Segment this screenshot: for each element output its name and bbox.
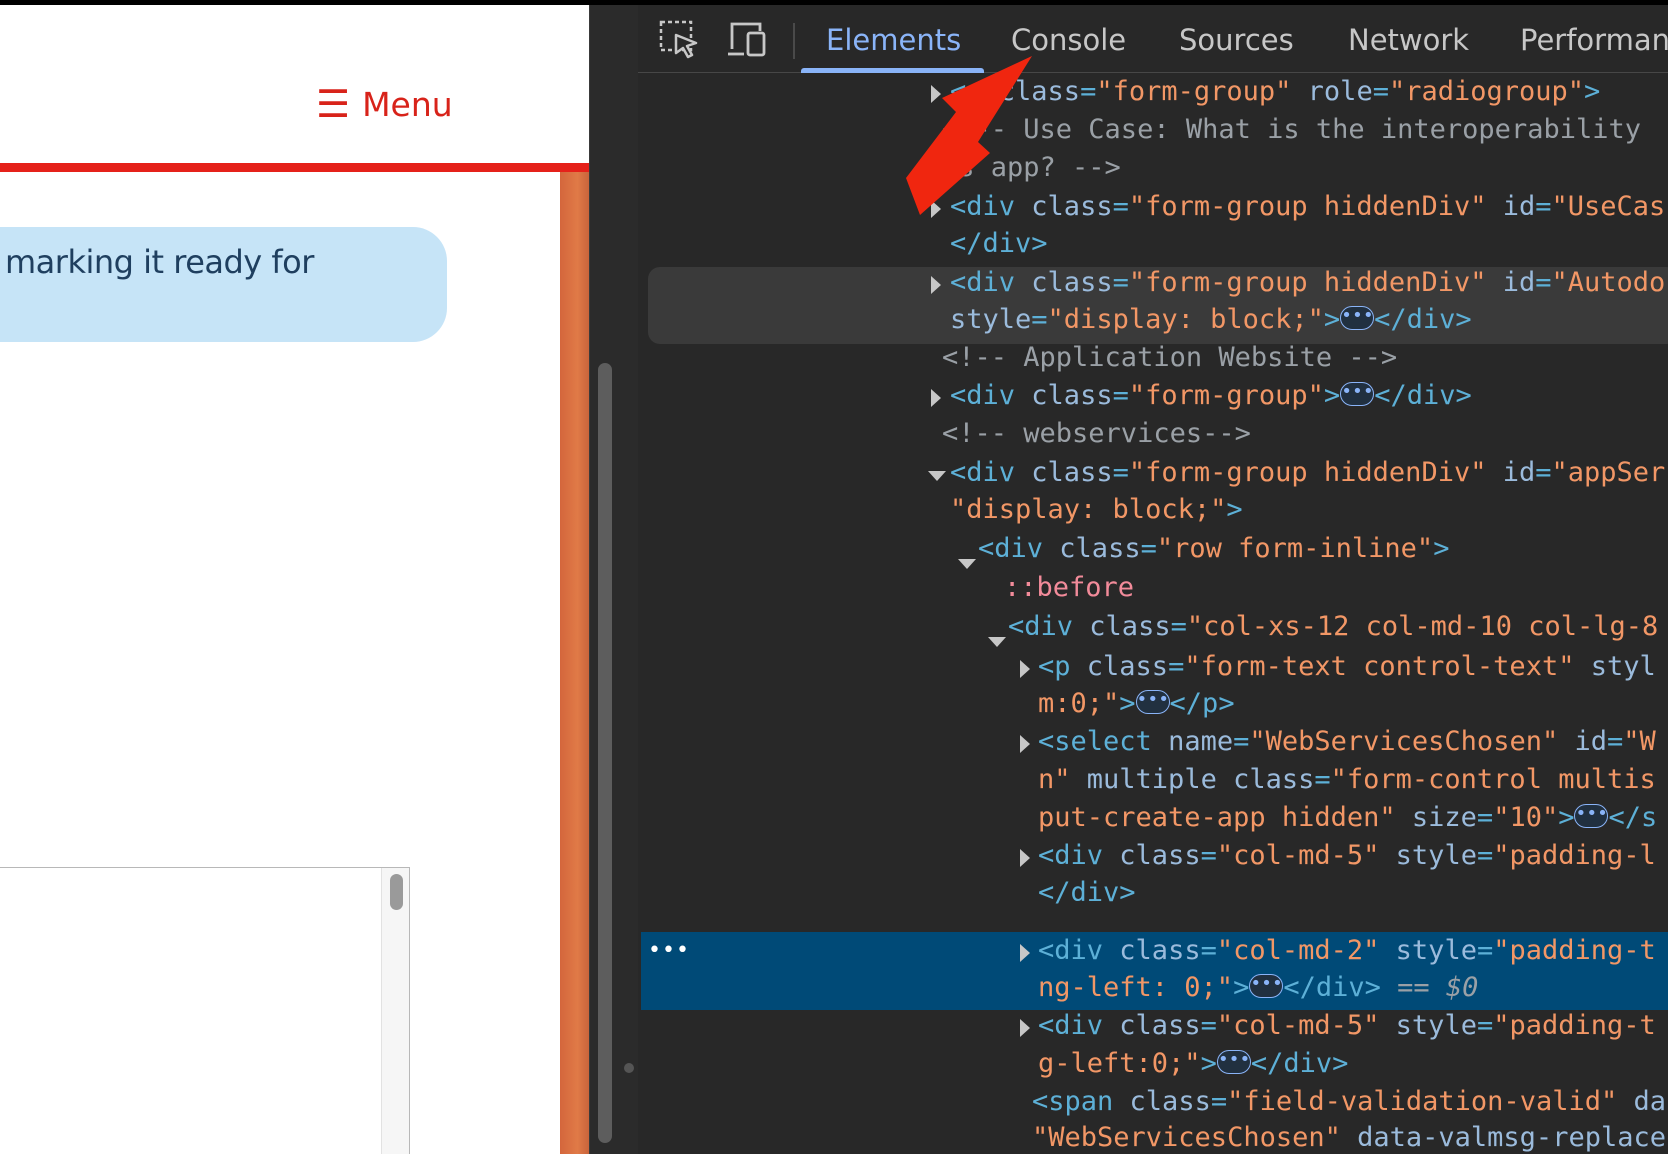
info-notice: marking it ready for: [0, 227, 447, 342]
dom-node-hovered-cont[interactable]: style="display: block;">•••</div>: [950, 301, 1472, 339]
expand-arrow-icon[interactable]: [931, 389, 941, 407]
expand-arrow-icon[interactable]: [931, 276, 941, 294]
dom-node-selected-cont[interactable]: ng-left: 0;">•••</div> == $0: [1038, 969, 1478, 1007]
info-notice-text: marking it ready for: [5, 243, 314, 281]
dom-node-cont[interactable]: n" multiple class="form-control multis: [1038, 761, 1656, 799]
dom-node[interactable]: <div class="col-xs-12 col-md-10 col-lg-8: [1008, 608, 1658, 646]
dom-node-cont[interactable]: "display: block;">: [950, 491, 1243, 529]
hamburger-icon: ☰: [316, 82, 351, 126]
dom-node-cont[interactable]: g-left:0;">•••</div>: [1038, 1045, 1348, 1083]
inspect-element-icon[interactable]: [658, 19, 700, 59]
page-side-border: [560, 172, 589, 1154]
tab-performance[interactable]: Performan: [1520, 23, 1668, 57]
multiselect-box[interactable]: [0, 867, 410, 1154]
dom-node[interactable]: <div class="form-group">•••</div>: [950, 377, 1472, 415]
menu-label: Menu: [362, 84, 453, 124]
collapsed-children-icon[interactable]: •••: [1216, 1049, 1251, 1074]
dom-close-tag[interactable]: </div>: [1038, 874, 1136, 912]
dom-close-tag[interactable]: </div>: [950, 225, 1048, 263]
collapsed-children-icon[interactable]: •••: [1135, 689, 1170, 714]
tab-sources[interactable]: Sources: [1179, 23, 1294, 57]
collapse-arrow-icon[interactable]: [928, 471, 946, 481]
menu-button[interactable]: ☰ Menu: [316, 85, 453, 123]
tab-console[interactable]: Console: [1011, 23, 1126, 57]
panel-resize-handle[interactable]: [624, 1063, 634, 1073]
collapse-arrow-icon[interactable]: [988, 637, 1006, 647]
collapsed-children-icon[interactable]: •••: [1340, 381, 1375, 406]
dom-node[interactable]: <div class="form-group hiddenDiv" id="ap…: [950, 454, 1665, 492]
collapsed-children-icon[interactable]: •••: [1574, 803, 1609, 828]
selected-node-marker: == $0: [1397, 972, 1479, 1003]
expand-arrow-icon[interactable]: [1020, 1019, 1030, 1037]
page-scrollbar-thumb[interactable]: [598, 363, 612, 1143]
dom-node[interactable]: <p class="form-text control-text" styl: [1038, 648, 1656, 686]
expand-arrow-icon[interactable]: [931, 200, 941, 218]
expand-arrow-icon[interactable]: [1020, 849, 1030, 867]
header-accent-rule: [0, 163, 589, 172]
device-toggle-icon[interactable]: [726, 19, 768, 59]
dom-node[interactable]: < class="form-group" role="radiogroup">: [950, 73, 1600, 111]
dom-node[interactable]: <div class="col-md-5" style="padding-t: [1038, 1007, 1656, 1045]
dom-node[interactable]: <select name="WebServicesChosen" id="W: [1038, 723, 1656, 761]
expand-arrow-icon[interactable]: [1020, 735, 1030, 753]
dom-node[interactable]: <div class="form-group hiddenDiv" id="Us…: [950, 188, 1665, 226]
dom-comment[interactable]: <!-- Application Website -->: [942, 339, 1397, 377]
dom-node-cont[interactable]: "WebServicesChosen" data-valmsg-replace: [1032, 1119, 1666, 1154]
multiselect-scrollbar[interactable]: [381, 868, 409, 1154]
node-more-button[interactable]: •••: [648, 938, 690, 963]
dom-comment[interactable]: is app? -->: [942, 149, 1121, 187]
collapsed-children-icon[interactable]: •••: [1249, 973, 1284, 998]
dom-node[interactable]: <div class="row form-inline">: [978, 530, 1449, 568]
toolbar-separator: [793, 23, 795, 59]
pseudo-element[interactable]: ::before: [1004, 569, 1134, 607]
dom-node-cont[interactable]: m:0;">•••</p>: [1038, 685, 1235, 723]
collapse-arrow-icon[interactable]: [958, 559, 976, 569]
devtools-panel: Elements Console Sources Network Perform…: [638, 5, 1668, 1154]
expand-arrow-icon[interactable]: [1020, 660, 1030, 678]
expand-arrow-icon[interactable]: [931, 85, 941, 103]
web-page-viewport: ☰ Menu marking it ready for: [0, 5, 589, 1154]
multiselect-scroll-thumb[interactable]: [390, 874, 403, 910]
dom-comment[interactable]: <!-- webservices-->: [942, 415, 1251, 453]
tab-elements[interactable]: Elements: [826, 23, 961, 57]
dom-comment[interactable]: <!-- Use Case: What is the interoperabil…: [942, 111, 1641, 149]
dom-node[interactable]: <span class="field-validation-valid" da: [1032, 1083, 1666, 1121]
dom-node[interactable]: <div class="col-md-5" style="padding-l: [1038, 837, 1656, 875]
dom-tree: ••• < class="form-group" role="radiogrou…: [638, 73, 1668, 1154]
dom-node-cont[interactable]: put-create-app hidden" size="10">•••</s: [1038, 799, 1657, 837]
dom-node-hovered[interactable]: <div class="form-group hiddenDiv" id="Au…: [950, 264, 1665, 302]
page-scrollbar-track: [589, 5, 638, 1154]
tab-network[interactable]: Network: [1348, 23, 1469, 57]
dom-node-selected[interactable]: <div class="col-md-2" style="padding-t: [1038, 932, 1656, 970]
expand-arrow-icon[interactable]: [1020, 944, 1030, 962]
collapsed-children-icon[interactable]: •••: [1340, 305, 1375, 330]
devtools-toolbar: Elements Console Sources Network Perform…: [638, 5, 1668, 73]
